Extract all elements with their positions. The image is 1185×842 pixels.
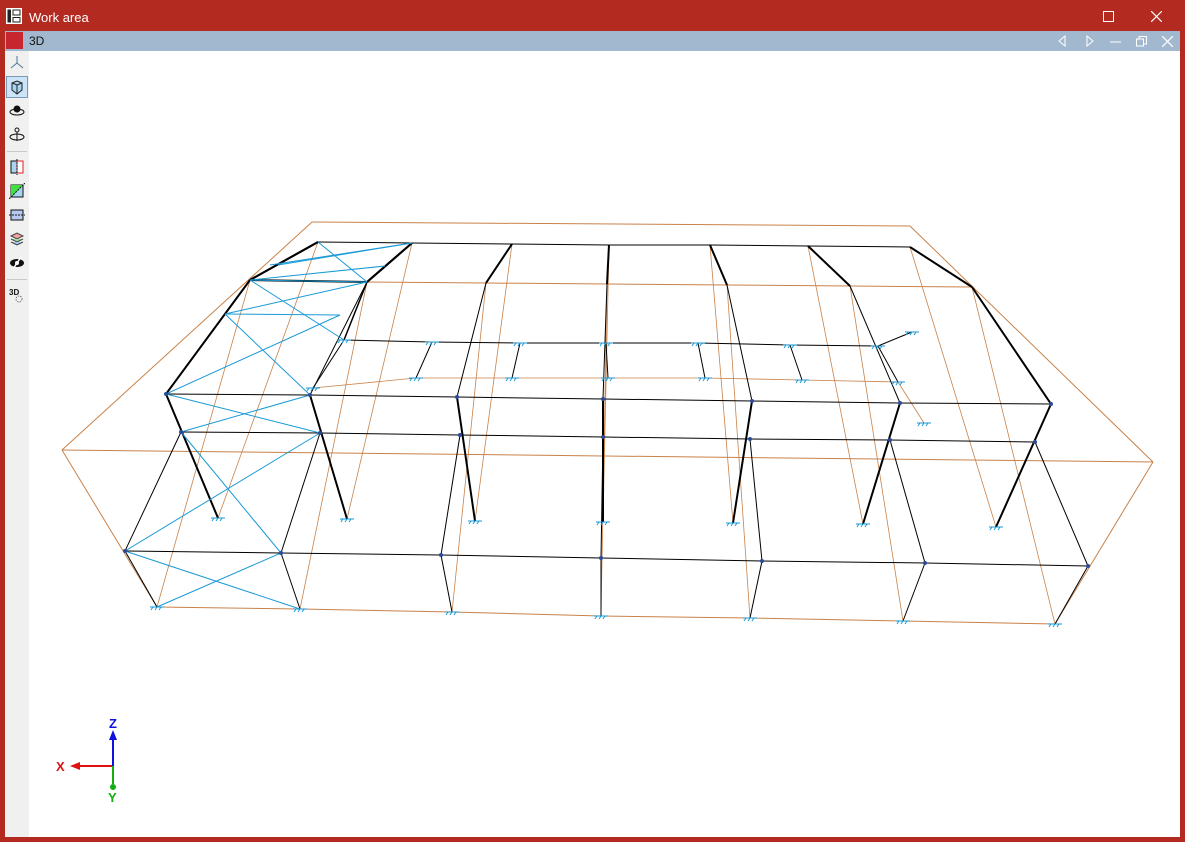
close-icon	[1150, 11, 1162, 22]
view-toolbar: 3D	[5, 51, 29, 837]
section-vertical-icon	[10, 159, 24, 175]
section-diagonal-button[interactable]	[6, 180, 28, 202]
rotate-button[interactable]	[6, 124, 28, 146]
maximize-icon	[1102, 11, 1114, 22]
axes-button[interactable]	[6, 51, 28, 73]
section-vertical-button[interactable]	[6, 156, 28, 178]
close-icon	[1161, 35, 1173, 47]
close-view-button[interactable]	[1155, 31, 1179, 51]
section-horizontal-icon	[9, 209, 25, 221]
axes-icon	[10, 56, 24, 69]
layers-icon	[9, 232, 25, 246]
hide-button[interactable]	[6, 252, 28, 274]
z-axis-arrowhead	[109, 730, 117, 740]
view-cube-button[interactable]	[6, 76, 28, 98]
view-cube-icon	[11, 80, 23, 95]
y-axis-label: Y	[108, 790, 117, 805]
chevron-left-icon	[1058, 35, 1066, 47]
section-diagonal-icon	[9, 183, 25, 199]
restore-view-button[interactable]	[1129, 31, 1153, 51]
layers-button[interactable]	[6, 228, 28, 250]
previous-view-button[interactable]	[1050, 31, 1074, 51]
rotate-icon	[9, 127, 25, 141]
view-icon	[6, 32, 23, 49]
toolbar-separator	[7, 279, 27, 280]
orbit-button[interactable]	[6, 100, 28, 122]
minimize-icon	[1109, 41, 1121, 42]
chevron-right-icon	[1086, 35, 1094, 47]
next-view-button[interactable]	[1078, 31, 1102, 51]
section-horizontal-button[interactable]	[6, 204, 28, 226]
restore-icon	[1135, 35, 1147, 46]
orbit-icon	[9, 105, 25, 116]
3d-viewport[interactable]: X Z Y	[29, 51, 1180, 837]
app-icon	[6, 8, 22, 24]
z-axis-label: Z	[109, 716, 117, 731]
view-header: 3D	[5, 31, 1180, 51]
maximize-button[interactable]	[1085, 0, 1131, 33]
3d-settings-icon: 3D	[9, 288, 23, 303]
x-axis-arrowhead	[70, 762, 80, 770]
window-titlebar: Work area	[0, 0, 1185, 33]
minimize-view-button[interactable]	[1103, 31, 1127, 51]
close-button[interactable]	[1133, 0, 1179, 33]
toolbar-separator	[7, 151, 27, 152]
svg-text:3D: 3D	[9, 288, 19, 297]
view-title: 3D	[29, 34, 45, 48]
window-title: Work area	[29, 10, 89, 25]
3d-settings-button[interactable]: 3D	[6, 284, 28, 306]
axis-indicator: X Z Y	[56, 716, 117, 805]
x-axis-label: X	[56, 759, 65, 774]
hide-icon	[10, 256, 24, 270]
